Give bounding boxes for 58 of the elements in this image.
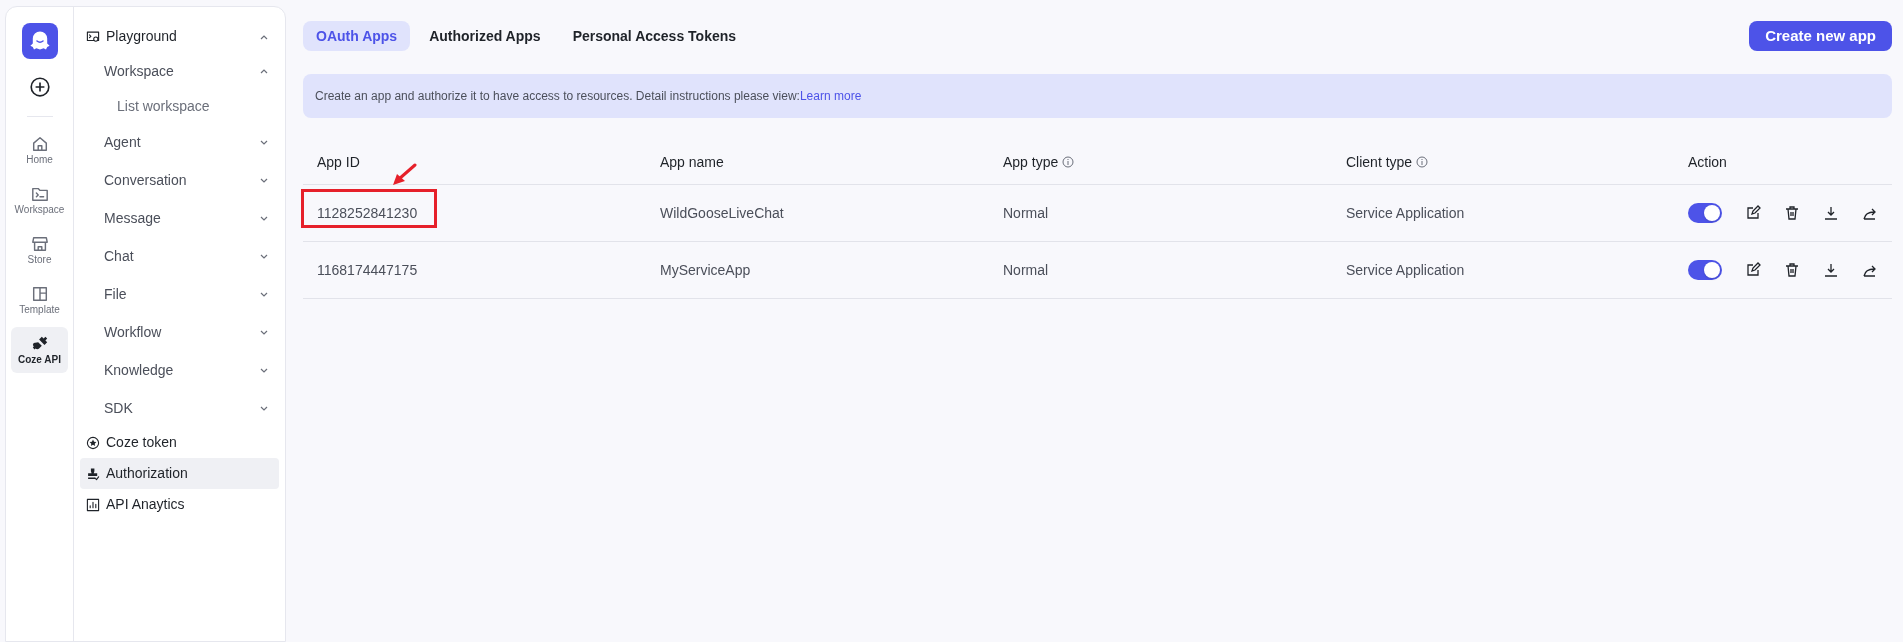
sidebar-item[interactable]: List workspace <box>80 90 279 123</box>
app-name-cell-text: MyServiceApp <box>660 260 752 280</box>
star-circle-icon <box>86 435 100 450</box>
sidebar-item[interactable]: Workspace <box>80 52 279 90</box>
add-icon[interactable] <box>28 76 51 98</box>
edit-icon[interactable] <box>1745 262 1761 278</box>
sidebar-item[interactable]: Message <box>80 199 279 237</box>
create-app-button[interactable]: Create new app <box>1749 21 1892 51</box>
sidebar-item[interactable]: Playground <box>80 21 279 52</box>
bar-chart-icon <box>86 497 100 512</box>
home-icon <box>30 134 49 153</box>
edit-icon[interactable] <box>1745 205 1761 221</box>
toggle-switch[interactable] <box>1688 260 1722 280</box>
download-icon[interactable] <box>1823 205 1839 221</box>
delete-icon[interactable] <box>1784 205 1800 221</box>
store-icon <box>30 234 49 253</box>
column-header: App name <box>660 152 724 172</box>
sidebar-item[interactable]: Authorization <box>80 458 279 489</box>
sidebar-item[interactable]: Knowledge <box>80 351 279 389</box>
app-type-cell-text: Normal <box>1003 260 1050 280</box>
rail-item[interactable]: Coze API <box>11 327 68 373</box>
code-window-icon <box>86 29 100 44</box>
learn-more-link[interactable]: Learn more <box>799 89 862 103</box>
app-id-cell-text: 1128252841230 <box>317 203 418 223</box>
toggle-switch[interactable] <box>1688 203 1722 223</box>
rail-item[interactable]: Template <box>11 277 68 323</box>
sidebar-item[interactable]: File <box>80 275 279 313</box>
sidebar-item[interactable]: Coze token <box>80 427 279 458</box>
info-icon[interactable] <box>1416 156 1429 168</box>
download-icon[interactable] <box>1823 262 1839 278</box>
sidebar-item[interactable]: Chat <box>80 237 279 275</box>
banner-text: Create an app and authorize it to have access to resources. Detail instructions please view:Learn more <box>315 88 862 105</box>
layout-icon <box>30 284 49 303</box>
rail-item[interactable]: Store <box>11 227 68 273</box>
sidebar-item[interactable]: Conversation <box>80 161 279 199</box>
sidebar-item[interactable]: Workflow <box>80 313 279 351</box>
column-header: Client type <box>1346 152 1413 172</box>
column-header: App ID <box>317 152 360 172</box>
tab[interactable]: Authorized Apps <box>416 21 554 51</box>
rail-item[interactable]: Home <box>11 127 68 173</box>
client-type-cell-text: Service Application <box>1346 203 1466 223</box>
delete-icon[interactable] <box>1784 262 1800 278</box>
column-header: Action <box>1688 152 1727 172</box>
app-id-cell-text: 1168174447175 <box>317 260 418 280</box>
tab[interactable]: Personal Access Tokens <box>559 21 750 51</box>
sidebar-item[interactable]: API Anaytics <box>80 489 279 520</box>
column-header: App type <box>1003 152 1059 172</box>
sidebar-item[interactable]: SDK <box>80 389 279 427</box>
logo-icon <box>21 23 58 59</box>
arrow-annotation <box>391 162 417 187</box>
app-type-cell-text: Normal <box>1003 203 1050 223</box>
info-icon[interactable] <box>1062 156 1075 168</box>
app-name-cell-text: WildGooseLiveChat <box>660 203 785 223</box>
stamp-icon <box>86 466 100 481</box>
tab[interactable]: OAuth Apps <box>303 21 411 51</box>
rail-item[interactable]: Workspace <box>11 177 68 223</box>
sidebar-item[interactable]: Agent <box>80 123 279 161</box>
client-type-cell-text: Service Application <box>1346 260 1466 280</box>
